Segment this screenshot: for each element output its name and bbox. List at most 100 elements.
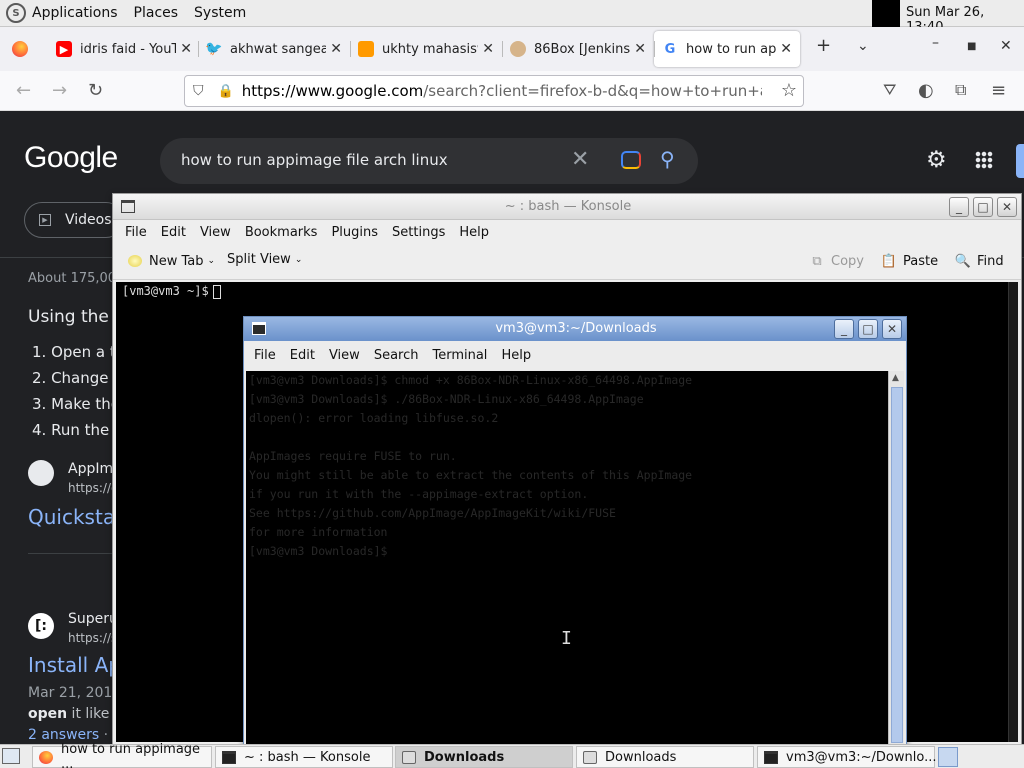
menu-view[interactable]: View: [200, 225, 231, 240]
apps-grid-icon[interactable]: [975, 151, 993, 169]
menu-help[interactable]: Help: [501, 348, 531, 363]
scrollbar[interactable]: ▲: [888, 371, 904, 745]
forward-icon[interactable]: →: [52, 80, 67, 101]
distro-logo-icon[interactable]: S: [6, 3, 26, 23]
taskbar-label: vm3@vm3:~/Downlo...: [786, 749, 937, 765]
google-logo[interactable]: Google: [24, 141, 118, 175]
taskbar-label: Downloads: [605, 749, 677, 765]
url-bar[interactable]: ⛉ 🔒 https://www.google.com/search?client…: [184, 75, 804, 107]
result-title-link[interactable]: Install Ap: [28, 653, 121, 677]
close-icon[interactable]: ✕: [482, 41, 494, 57]
pocket-icon[interactable]: ⛛: [883, 80, 896, 100]
terminal-line: See https://github.com/AppImage/AppImage…: [249, 506, 616, 520]
scrollbar-thumb[interactable]: [891, 387, 903, 743]
maximize-button[interactable]: □: [858, 319, 878, 339]
menu-settings[interactable]: Settings: [392, 225, 445, 240]
shield-icon[interactable]: ⛉: [193, 83, 204, 99]
maximize-button[interactable]: □: [973, 197, 993, 217]
menu-applications[interactable]: Applications: [32, 5, 118, 21]
search-icon[interactable]: ⚲: [660, 147, 675, 171]
taskbar-item-konsole[interactable]: ~ : bash — Konsole: [215, 746, 393, 768]
firefox-view-button[interactable]: [0, 41, 40, 57]
terminal-icon: [764, 750, 778, 764]
menu-edit[interactable]: Edit: [161, 225, 186, 240]
workspace-switcher[interactable]: [938, 747, 958, 767]
taskbar-item-firefox[interactable]: how to run appimage ...: [32, 742, 212, 768]
taskbar-item-terminal[interactable]: vm3@vm3:~/Downlo...: [757, 746, 937, 768]
menu-file[interactable]: File: [254, 348, 276, 363]
folder-icon: [583, 750, 597, 764]
terminal-titlebar[interactable]: vm3@vm3:~/Downloads _ □ ✕: [244, 317, 906, 341]
close-button[interactable]: ✕: [997, 197, 1017, 217]
list-tabs-icon[interactable]: ⌄: [857, 38, 869, 54]
result-title-link[interactable]: Quickstar: [28, 505, 123, 529]
minimize-button[interactable]: _: [834, 319, 854, 339]
menu-system[interactable]: System: [194, 5, 246, 21]
minimize-icon[interactable]: –: [932, 35, 939, 51]
back-icon[interactable]: ←: [16, 80, 31, 101]
lock-icon[interactable]: 🔒: [218, 84, 234, 99]
answers-link[interactable]: 2 answers · T: [28, 727, 121, 743]
scroll-up-icon[interactable]: ▲: [892, 373, 899, 383]
answers-count[interactable]: 2 answers: [28, 727, 99, 743]
top-panel: S Applications Places System Sun Mar 26,…: [0, 0, 1024, 35]
taskbar-item-downloads-active[interactable]: Downloads: [395, 746, 573, 768]
close-icon[interactable]: ✕: [180, 41, 192, 57]
taskbar-item-downloads[interactable]: Downloads: [576, 746, 754, 768]
tab-twitter[interactable]: 🐦 akhwat sangeat ✕: [198, 31, 350, 67]
search-input[interactable]: how to run appimage file arch linux: [181, 151, 448, 169]
window-title: ~ : bash — Konsole: [504, 199, 632, 214]
find-button[interactable]: 🔍 Find: [953, 252, 1004, 270]
split-view-button[interactable]: Split View ⌄: [227, 252, 302, 267]
close-button[interactable]: ✕: [882, 319, 902, 339]
maximize-icon[interactable]: ■: [967, 41, 976, 52]
tab-jenkins[interactable]: 86Box [Jenkins] ✕: [502, 31, 654, 67]
show-desktop-icon[interactable]: [2, 748, 20, 764]
copy-button[interactable]: ⧉ Copy: [807, 252, 864, 270]
search-box[interactable]: how to run appimage file arch linux ✕ ⚲: [160, 138, 698, 184]
konsole-menubar: File Edit View Bookmarks Plugins Setting…: [113, 220, 1021, 244]
settings-gear-icon[interactable]: ⚙: [926, 147, 947, 173]
url-text[interactable]: https://www.google.com/search?client=fir…: [242, 82, 762, 100]
terminal-screen[interactable]: [vm3@vm3 Downloads]$ chmod +x 86Box-NDR-…: [246, 371, 889, 745]
google-lens-icon[interactable]: [621, 151, 641, 169]
close-icon[interactable]: ✕: [780, 41, 792, 57]
menu-bookmarks[interactable]: Bookmarks: [245, 225, 318, 240]
close-window-icon[interactable]: ✕: [1000, 38, 1012, 54]
terminal-line: [vm3@vm3 Downloads]$: [249, 544, 388, 558]
menu-terminal[interactable]: Terminal: [432, 348, 487, 363]
scrollbar[interactable]: [1008, 282, 1018, 742]
close-icon[interactable]: ✕: [330, 41, 342, 57]
menu-help[interactable]: Help: [459, 225, 489, 240]
menu-plugins[interactable]: Plugins: [331, 225, 378, 240]
clear-icon[interactable]: ✕: [571, 147, 589, 172]
navigation-bar: ← → ↻ ⛉ 🔒 https://www.google.com/search?…: [0, 71, 1024, 111]
menu-places[interactable]: Places: [134, 5, 179, 21]
tab-google-search[interactable]: G how to run appimage ✕: [654, 31, 800, 67]
copy-icon: ⧉: [812, 253, 822, 269]
menu-file[interactable]: File: [125, 225, 147, 240]
bookmark-star-icon[interactable]: ☆: [781, 80, 797, 101]
terminal-icon: [222, 750, 236, 764]
konsole-titlebar[interactable]: ~ : bash — Konsole _ □ ✕: [113, 194, 1021, 220]
paste-button[interactable]: 📋 Paste: [879, 252, 938, 270]
minimize-button[interactable]: _: [949, 197, 969, 217]
menu-view[interactable]: View: [329, 348, 360, 363]
new-tab-button[interactable]: New Tab ⌄: [125, 252, 215, 270]
account-icon[interactable]: ◐: [918, 80, 934, 101]
tab-youtube[interactable]: ▶ idris faid - YouTube ✕: [48, 31, 200, 67]
close-icon[interactable]: ✕: [634, 41, 646, 57]
tab-ukhty[interactable]: ukhty mahasiswi ✕: [350, 31, 502, 67]
menu-search[interactable]: Search: [374, 348, 419, 363]
menu-edit[interactable]: Edit: [290, 348, 315, 363]
new-tab-button[interactable]: +: [816, 35, 831, 56]
extensions-icon[interactable]: ⧉: [955, 80, 966, 100]
reload-icon[interactable]: ↻: [88, 80, 103, 101]
terminal-menubar: File Edit View Search Terminal Help: [244, 341, 906, 369]
terminal-line: if you run it with the --appimage-extrac…: [249, 487, 589, 501]
terminal-window: vm3@vm3:~/Downloads _ □ ✕ File Edit View…: [243, 316, 907, 746]
menu-hamburger-icon[interactable]: ≡: [991, 80, 1006, 101]
videos-filter-chip[interactable]: ▶ Videos: [24, 202, 124, 238]
sign-in-button[interactable]: [1016, 144, 1024, 178]
